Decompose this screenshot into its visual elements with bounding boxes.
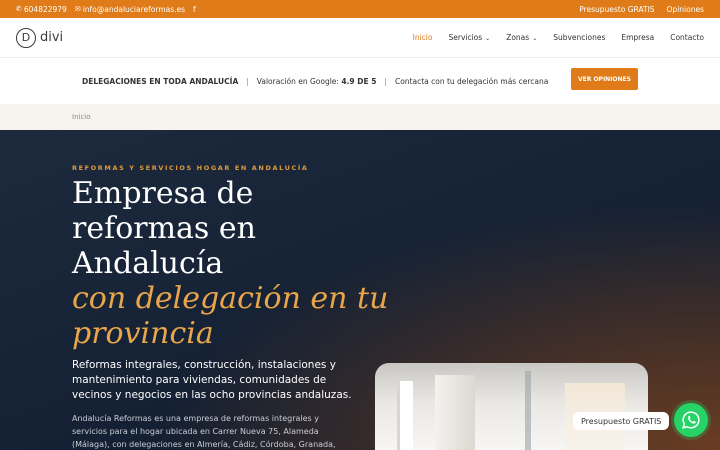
- nav-item-zonas[interactable]: Zonas ⌄: [506, 33, 537, 42]
- nav-item-inicio[interactable]: Inicio: [413, 33, 433, 42]
- site-logo[interactable]: D divi: [16, 27, 64, 48]
- logo-mark: D: [16, 27, 36, 48]
- hero-title: Empresa de reformas en Andalucía: [72, 176, 256, 281]
- nav-item-contacto[interactable]: Contacto: [670, 33, 704, 42]
- breadcrumb-home[interactable]: Inicio: [72, 113, 91, 121]
- logo-text: divi: [40, 30, 64, 45]
- hero-title-italic: con delegación en tu provincia: [72, 281, 389, 351]
- main-navigation: D divi Inicio Servicios ⌄ Zonas ⌄ Subvenci…: [0, 18, 720, 58]
- info-banner: DELEGACIONES EN TODA ANDALUCÍA | Valorac…: [0, 58, 720, 104]
- separator: |: [246, 76, 249, 86]
- email-address: info@andaluciareformas.es: [82, 4, 186, 14]
- nav-item-empresa[interactable]: Empresa: [621, 33, 654, 42]
- hero-photo: [375, 363, 648, 450]
- top-bar: ✆ 604822979 ✉ info@andaluciareformas.es …: [0, 0, 720, 18]
- phone-icon: ✆: [16, 5, 22, 13]
- envelope-icon: ✉: [74, 5, 81, 13]
- phone-number: 604822979: [23, 4, 67, 14]
- hero-eyebrow: REFORMAS Y SERVICIOS HOGAR EN ANDALUCÍA: [72, 164, 309, 172]
- opiniones-link[interactable]: Opiniones: [667, 5, 704, 14]
- nav-item-servicios[interactable]: Servicios ⌄: [448, 33, 490, 42]
- hero-body: Andalucía Reformas es una empresa de ref…: [72, 414, 336, 449]
- chevron-down-icon: ⌄: [532, 35, 538, 42]
- whatsapp-icon: [682, 411, 700, 429]
- whatsapp-button[interactable]: [674, 403, 708, 437]
- presupuesto-link[interactable]: Presupuesto GRATIS: [579, 5, 654, 14]
- ver-opiniones-button[interactable]: VER OPINIONES: [571, 68, 638, 90]
- contact-text: Contacta con tu delegación más cercana: [394, 76, 549, 86]
- nav-menu: Inicio Servicios ⌄ Zonas ⌄ Subvenciones Em…: [413, 33, 704, 42]
- rating-text: Valoración en Google: 4.9 DE 5: [256, 76, 377, 86]
- whatsapp-label[interactable]: Presupuesto GRATIS: [573, 412, 670, 430]
- breadcrumb: Inicio: [0, 104, 720, 130]
- nav-item-subvenciones[interactable]: Subvenciones: [553, 33, 605, 42]
- hero-lead: Reformas integrales, construcción, insta…: [72, 359, 352, 401]
- facebook-icon[interactable]: f: [193, 5, 196, 14]
- phone-link[interactable]: ✆ 604822979: [16, 5, 67, 14]
- separator: |: [384, 76, 387, 86]
- delegations-text: DELEGACIONES EN TODA ANDALUCÍA: [82, 76, 239, 86]
- chevron-down-icon: ⌄: [485, 35, 491, 42]
- hero-section: REFORMAS Y SERVICIOS HOGAR EN ANDALUCÍA …: [0, 130, 720, 450]
- email-link[interactable]: ✉ info@andaluciareformas.es: [75, 5, 185, 14]
